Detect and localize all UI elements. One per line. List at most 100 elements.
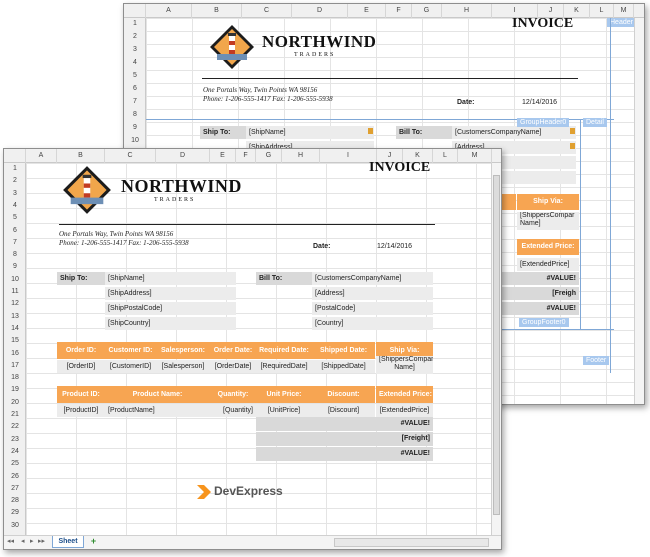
col-header[interactable]: D: [156, 149, 210, 163]
unit-price-field[interactable]: [UnitPrice]: [256, 404, 312, 417]
col-header[interactable]: D: [292, 4, 348, 18]
row-header[interactable]: 10: [4, 276, 26, 283]
required-date-field[interactable]: [RequiredDate]: [256, 360, 312, 373]
row-header[interactable]: 8: [4, 251, 26, 258]
row-header[interactable]: 27: [4, 485, 26, 492]
horizontal-scrollbar[interactable]: [334, 538, 489, 547]
col-header[interactable]: F: [386, 4, 412, 18]
add-sheet-icon[interactable]: +: [88, 536, 99, 547]
vertical-scrollbar[interactable]: [634, 18, 644, 404]
col-header[interactable]: C: [105, 149, 156, 163]
shipped-date-field[interactable]: [ShippedDate]: [312, 360, 375, 373]
row-header[interactable]: 18: [4, 374, 26, 381]
shippers-company-field[interactable]: [ShippersCompar Name]: [517, 212, 579, 230]
ship-postal-code-field[interactable]: [ShipPostalCode]: [105, 302, 236, 315]
row-header[interactable]: 5: [4, 214, 26, 221]
row-header[interactable]: 15: [4, 337, 26, 344]
row-header[interactable]: 6: [124, 85, 146, 92]
row-header[interactable]: 7: [4, 239, 26, 246]
next-sheet-icon[interactable]: ▸: [30, 537, 34, 545]
row-header[interactable]: 26: [4, 473, 26, 480]
scrollbar-thumb[interactable]: [493, 175, 500, 515]
row-header[interactable]: 1: [124, 20, 146, 27]
product-name-field[interactable]: [ProductName]: [105, 404, 210, 417]
postal-code-field[interactable]: [PostalCode]: [312, 302, 433, 315]
row-header[interactable]: 14: [4, 325, 26, 332]
row-header[interactable]: 1: [4, 165, 26, 172]
col-header[interactable]: F: [236, 149, 256, 163]
col-header[interactable]: M: [458, 149, 492, 163]
salesperson-field[interactable]: [Salesperson]: [156, 360, 210, 373]
band-footer-label[interactable]: Footer: [583, 356, 610, 365]
row-header[interactable]: 3: [124, 46, 146, 53]
row-header[interactable]: 30: [4, 522, 26, 529]
row-header[interactable]: 25: [4, 460, 26, 467]
ship-name-field[interactable]: [ShipName]: [246, 126, 374, 139]
product-id-field[interactable]: [ProductID]: [57, 404, 105, 417]
row-header[interactable]: 23: [4, 436, 26, 443]
bill-address-field[interactable]: [Address]: [312, 287, 433, 300]
row-header[interactable]: 3: [4, 190, 26, 197]
first-sheet-icon[interactable]: ◂◂: [7, 537, 14, 545]
col-header[interactable]: M: [614, 4, 634, 18]
col-header[interactable]: E: [348, 4, 386, 18]
row-header[interactable]: 22: [4, 423, 26, 430]
customer-id-field[interactable]: [CustomerID]: [105, 360, 156, 373]
row-header[interactable]: 4: [124, 59, 146, 66]
extended-price-field[interactable]: [ExtendedPrice]: [376, 404, 433, 417]
row-header[interactable]: 9: [4, 263, 26, 270]
row-header[interactable]: 7: [124, 98, 146, 105]
row-header[interactable]: 28: [4, 497, 26, 504]
vertical-scrollbar[interactable]: [491, 163, 501, 535]
band-group-footer-label[interactable]: GroupFooter0: [519, 318, 569, 327]
order-date-field[interactable]: [OrderDate]: [210, 360, 256, 373]
row-header[interactable]: 10: [124, 137, 146, 144]
row-header[interactable]: 16: [4, 350, 26, 357]
col-header[interactable]: H: [442, 4, 492, 18]
country-field[interactable]: [Country]: [312, 317, 433, 330]
row-header[interactable]: 12: [4, 300, 26, 307]
prev-sheet-icon[interactable]: ◂: [21, 537, 25, 545]
row-header[interactable]: 6: [4, 227, 26, 234]
customers-company-field[interactable]: [CustomersCompanyName]: [312, 272, 433, 285]
ship-name-field[interactable]: [ShipName]: [105, 272, 236, 285]
row-header[interactable]: 8: [124, 111, 146, 118]
last-sheet-icon[interactable]: ▸▸: [38, 537, 45, 545]
row-header[interactable]: 2: [4, 177, 26, 184]
row-header[interactable]: 5: [124, 72, 146, 79]
row-header[interactable]: 2: [124, 33, 146, 40]
col-header[interactable]: G: [256, 149, 282, 163]
row-header[interactable]: 24: [4, 448, 26, 455]
tab-sheet[interactable]: Sheet: [52, 536, 84, 548]
col-header[interactable]: A: [146, 4, 192, 18]
col-header[interactable]: H: [282, 149, 320, 163]
col-header[interactable]: B: [57, 149, 105, 163]
col-header[interactable]: C: [242, 4, 292, 18]
band-detail-label[interactable]: Detail: [583, 118, 607, 127]
band-group-header-label[interactable]: GroupHeader0: [517, 118, 570, 127]
order-id-field[interactable]: [OrderID]: [57, 360, 105, 373]
row-header[interactable]: 17: [4, 362, 26, 369]
col-header[interactable]: L: [590, 4, 614, 18]
col-header[interactable]: E: [210, 149, 236, 163]
extended-price-field[interactable]: [ExtendedPrice]: [517, 258, 579, 271]
col-header[interactable]: A: [26, 149, 57, 163]
row-header[interactable]: 29: [4, 509, 26, 516]
row-header[interactable]: 9: [124, 124, 146, 131]
row-header[interactable]: 13: [4, 313, 26, 320]
band-header-label[interactable]: Header: [607, 18, 636, 27]
row-header[interactable]: 19: [4, 386, 26, 393]
quantity-field[interactable]: [Quantity]: [210, 404, 256, 417]
discount-field[interactable]: [Discount]: [312, 404, 375, 417]
col-header[interactable]: L: [433, 149, 458, 163]
col-header[interactable]: B: [192, 4, 242, 18]
row-header[interactable]: 4: [4, 202, 26, 209]
ship-address-field[interactable]: [ShipAddress]: [105, 287, 236, 300]
row-header[interactable]: 20: [4, 399, 26, 406]
customers-company-field[interactable]: [CustomersCompanyName]: [452, 126, 576, 139]
row-header[interactable]: 21: [4, 411, 26, 418]
ship-country-field[interactable]: [ShipCountry]: [105, 317, 236, 330]
row-header[interactable]: 11: [4, 288, 26, 295]
ship-via-field[interactable]: [ShippersCompany Name]: [376, 356, 433, 374]
col-header[interactable]: G: [412, 4, 442, 18]
